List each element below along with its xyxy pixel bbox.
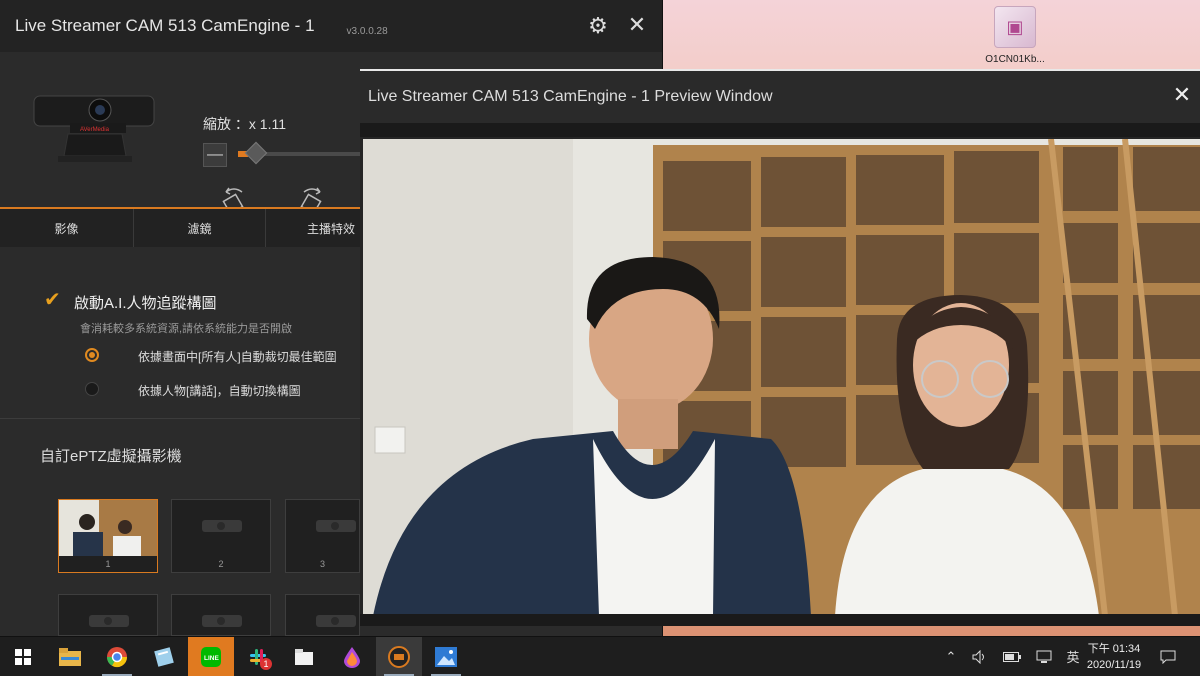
eptz-slot-2[interactable]: 2 bbox=[171, 499, 271, 573]
zoom-out-button[interactable]: — bbox=[203, 143, 227, 167]
input-method-indicator[interactable]: 英 bbox=[1062, 637, 1084, 676]
svg-text:LINE: LINE bbox=[204, 655, 219, 662]
notepad-icon[interactable] bbox=[141, 637, 187, 676]
white-folder-icon[interactable] bbox=[282, 637, 328, 676]
close-icon[interactable]: ✕ bbox=[625, 13, 649, 37]
camera-icon bbox=[89, 615, 129, 627]
camengine-taskbar-icon[interactable] bbox=[376, 637, 422, 676]
camera-icon bbox=[202, 520, 242, 532]
chevron-up-icon[interactable]: ⌃ bbox=[940, 637, 962, 676]
preview-separator bbox=[360, 123, 1200, 137]
preview-titlebar: Live Streamer CAM 513 CamEngine - 1 Prev… bbox=[360, 71, 1200, 123]
clock-time: 下午 01:34 bbox=[1087, 643, 1141, 655]
file-explorer-icon[interactable] bbox=[47, 637, 93, 676]
preview-window: Live Streamer CAM 513 CamEngine - 1 Prev… bbox=[360, 69, 1200, 626]
camera-icon bbox=[316, 615, 356, 627]
bag-icon: ▣ bbox=[994, 6, 1036, 48]
eptz-slot-6[interactable] bbox=[285, 594, 360, 636]
tab-image[interactable]: 影像 bbox=[0, 209, 134, 247]
camera-icon bbox=[202, 615, 242, 627]
preview-bottom-bar bbox=[360, 614, 1200, 626]
close-icon[interactable]: ✕ bbox=[1170, 83, 1194, 107]
desktop-file-label: O1CN01Kb... bbox=[985, 54, 1045, 65]
clock-date: 2020/11/19 bbox=[1086, 659, 1142, 671]
notification-badge: 1 bbox=[260, 658, 272, 670]
gear-icon[interactable]: ⚙ bbox=[586, 14, 610, 38]
webcam-image: AVerMedia bbox=[33, 95, 155, 162]
window-title: Live Streamer CAM 513 CamEngine - 1 bbox=[15, 16, 315, 35]
camera-icon bbox=[316, 520, 356, 532]
ai-tracking-title: 啟動A.I.人物追蹤構圖 bbox=[74, 295, 217, 312]
radio-speaker[interactable] bbox=[85, 382, 99, 396]
line-icon[interactable]: LINE bbox=[188, 637, 234, 676]
ai-tracking-subtitle: 會消耗較多系統資源,請依系統能力是否開啟 bbox=[80, 323, 293, 335]
slack-icon[interactable]: 1 bbox=[235, 637, 281, 676]
section-divider bbox=[0, 418, 360, 419]
camengine-titlebar: Live Streamer CAM 513 CamEngine - 1 v3.0… bbox=[0, 0, 662, 53]
radio-all-people-label: 依據畫面中[所有人]自動裁切最佳範圍 bbox=[138, 350, 337, 364]
speaker-icon[interactable] bbox=[968, 637, 992, 676]
ai-tracking-checkbox[interactable]: ✔ bbox=[44, 290, 64, 310]
eptz-slot-4[interactable] bbox=[58, 594, 158, 636]
chrome-icon[interactable] bbox=[94, 637, 140, 676]
version-label: v3.0.0.28 bbox=[346, 25, 388, 37]
zoom-label: 縮放 ：x 1.11 bbox=[203, 116, 286, 132]
eptz-title: 自訂ePTZ虛擬攝影機 bbox=[40, 448, 182, 465]
svg-text:AVerMedia: AVerMedia bbox=[80, 127, 110, 133]
tab-filter[interactable]: 濾鏡 bbox=[134, 209, 266, 247]
eptz-slot-1[interactable]: 1 bbox=[58, 499, 158, 573]
camera-video-feed bbox=[363, 139, 1200, 616]
zoom-slider-handle[interactable] bbox=[244, 141, 268, 165]
desktop-file-icon[interactable]: ▣ O1CN01Kb... bbox=[985, 6, 1045, 65]
radio-all-people[interactable] bbox=[85, 348, 99, 362]
eptz-slot-number: 2 bbox=[218, 559, 224, 569]
preview-window-title: Live Streamer CAM 513 CamEngine - 1 Prev… bbox=[368, 88, 773, 105]
radio-speaker-label: 依據人物[講話]，自動切換構圖 bbox=[138, 384, 301, 398]
settings-tabs: 影像 濾鏡 主播特效 bbox=[0, 209, 362, 247]
eptz-slot-number: 3 bbox=[319, 559, 325, 569]
notification-center-icon[interactable] bbox=[1156, 637, 1180, 676]
eptz-slot-5[interactable] bbox=[171, 594, 271, 636]
eptz-slot-number: 1 bbox=[105, 559, 111, 569]
battery-icon[interactable] bbox=[1000, 637, 1024, 676]
taskbar: LINE 1 ⌃ 英 下午 01:34 2020/11/19 bbox=[0, 636, 1200, 676]
photos-icon[interactable] bbox=[423, 637, 469, 676]
eptz-slot-3[interactable]: 3 bbox=[285, 499, 360, 573]
taskbar-clock[interactable]: 下午 01:34 2020/11/19 bbox=[1082, 641, 1146, 673]
eptz-slot-1-preview bbox=[59, 500, 157, 556]
windows-start-icon[interactable] bbox=[0, 637, 46, 676]
drop-app-icon[interactable] bbox=[329, 637, 375, 676]
tab-streamer-effects[interactable]: 主播特效 bbox=[266, 209, 362, 247]
network-icon[interactable] bbox=[1032, 637, 1056, 676]
